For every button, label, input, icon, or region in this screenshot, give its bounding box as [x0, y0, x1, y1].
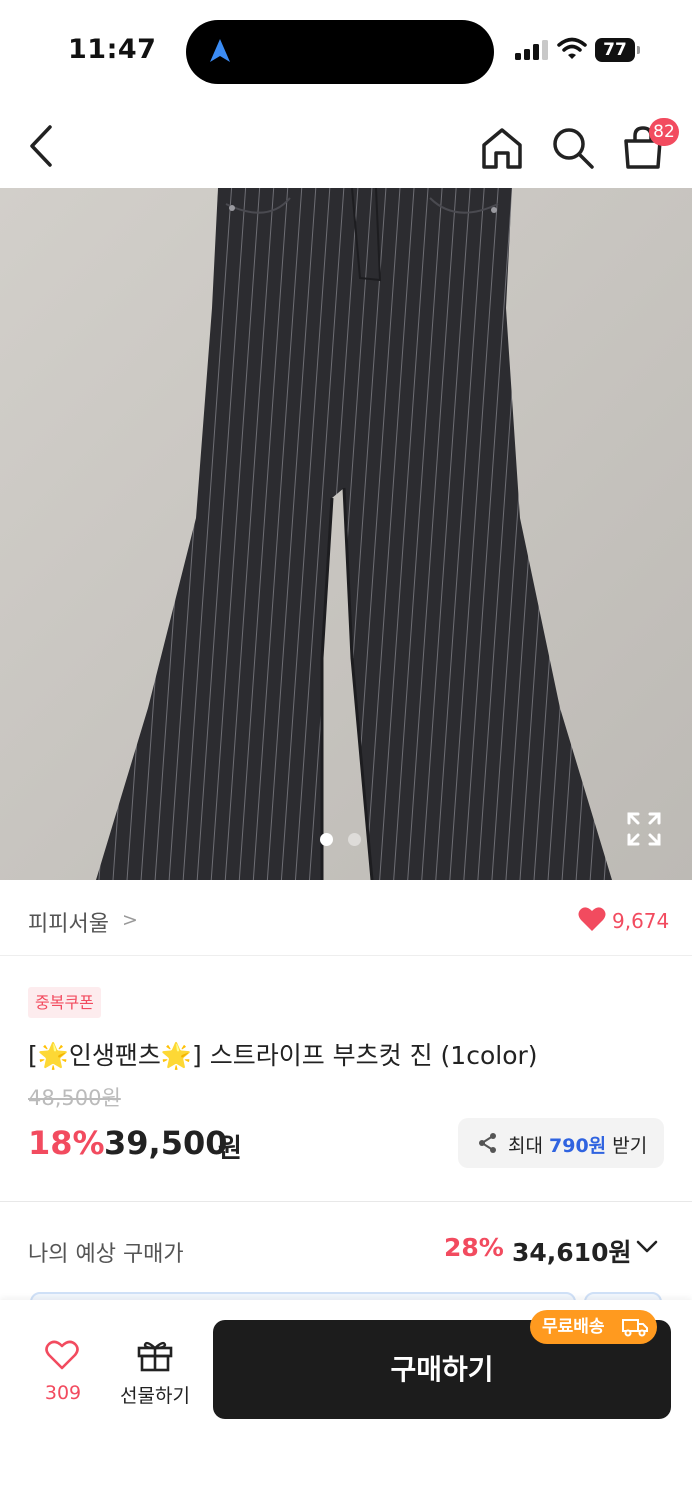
discount-rate: 18%	[28, 1124, 105, 1162]
product-title: [🌟인생팬츠🌟] 스트라이프 부츠컷 진 (1color)	[28, 1041, 538, 1070]
original-price: 48,500원	[28, 1086, 121, 1110]
gift-button[interactable]: 선물하기	[112, 1338, 198, 1408]
truck-icon	[622, 1319, 648, 1337]
section-divider	[0, 1201, 692, 1202]
free-shipping-badge: 무료배송	[530, 1310, 657, 1344]
expand-icon[interactable]	[625, 810, 663, 848]
share-amount: 790원	[549, 1135, 607, 1157]
seller-row[interactable]: 피피서울 > 9,674	[0, 880, 692, 956]
expected-price: 34,610원	[512, 1238, 632, 1267]
dynamic-island	[186, 20, 494, 84]
product-image[interactable]	[0, 188, 692, 880]
top-nav-bar	[0, 105, 692, 187]
status-time: 11:47	[68, 34, 157, 65]
like-button[interactable]: 309	[30, 1340, 96, 1408]
share-icon	[479, 1133, 496, 1153]
share-prefix: 최대	[508, 1135, 543, 1157]
free-shipping-label: 무료배송	[542, 1317, 605, 1337]
search-icon[interactable]	[550, 125, 596, 171]
heart-filled-icon[interactable]	[578, 906, 606, 932]
share-suffix: 받기	[612, 1135, 648, 1157]
share-reward-text: 최대 790원 받기	[508, 1131, 647, 1158]
heart-outline-icon	[45, 1340, 79, 1370]
like-count: 9,674	[612, 909, 670, 933]
status-bar: 11:47 77	[0, 0, 692, 100]
home-icon[interactable]	[478, 125, 526, 171]
share-reward-button[interactable]: 최대 790원 받기	[458, 1118, 664, 1168]
chevron-down-icon[interactable]	[636, 1240, 658, 1254]
location-arrow-icon	[210, 39, 230, 62]
battery-tip	[637, 46, 640, 54]
sale-price: 39,500	[104, 1124, 228, 1162]
chevron-right-icon: >	[122, 909, 138, 931]
expected-discount-rate: 28%	[444, 1233, 504, 1262]
cart-count-badge: 82	[649, 118, 679, 146]
wifi-icon	[557, 37, 587, 59]
coupon-badge: 중복쿠폰	[28, 987, 101, 1018]
gallery-dot-active[interactable]	[320, 833, 333, 846]
battery-icon: 77	[595, 38, 635, 62]
sale-price-unit: 원	[218, 1134, 242, 1164]
gallery-dot[interactable]	[348, 833, 361, 846]
gift-icon	[137, 1341, 173, 1372]
expected-price-label: 나의 예상 구매가	[28, 1242, 184, 1267]
product-photo-illustration	[0, 188, 692, 880]
signal-icon	[515, 40, 548, 60]
seller-name[interactable]: 피피서울	[28, 906, 109, 938]
back-chevron-icon[interactable]	[22, 123, 62, 169]
gift-button-label: 선물하기	[120, 1385, 190, 1407]
like-button-count: 309	[44, 1382, 82, 1404]
